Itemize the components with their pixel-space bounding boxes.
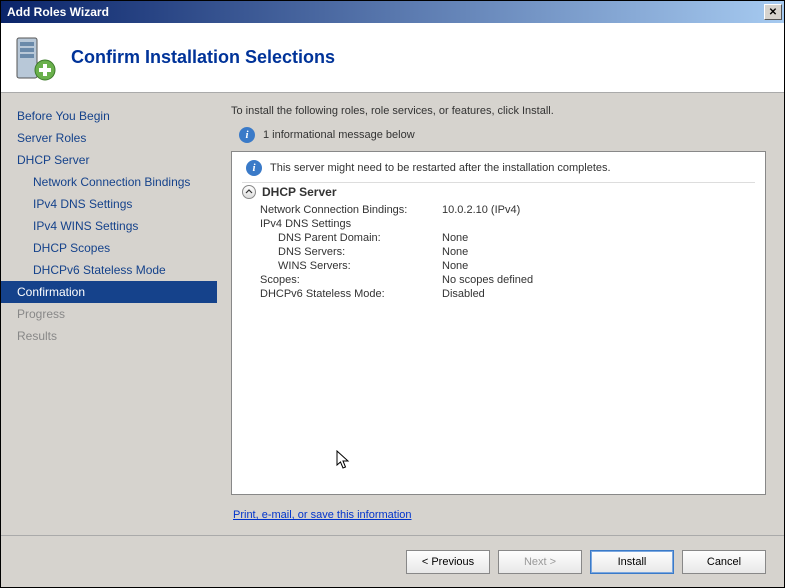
server-wizard-icon: [11, 34, 59, 82]
sidebar-item-ipv4-wins-settings[interactable]: IPv4 WINS Settings: [1, 215, 217, 237]
settings-key: Network Connection Bindings:: [242, 204, 442, 216]
wizard-window: Add Roles Wizard ✕ Confirm Installation …: [0, 0, 785, 588]
intro-text: To install the following roles, role ser…: [231, 105, 766, 117]
sidebar-item-confirmation[interactable]: Confirmation: [1, 281, 217, 303]
sidebar-nav: Before You BeginServer RolesDHCP ServerN…: [1, 93, 217, 535]
section-header-dhcp: DHCP Server: [242, 182, 755, 203]
settings-row: DNS Parent Domain:None: [242, 231, 755, 245]
print-save-link[interactable]: Print, e-mail, or save this information: [233, 509, 412, 521]
settings-key: Scopes:: [242, 274, 442, 286]
titlebar: Add Roles Wizard ✕: [1, 1, 784, 23]
settings-value: 10.0.2.10 (IPv4): [442, 204, 520, 216]
settings-row: WINS Servers:None: [242, 259, 755, 273]
settings-value: Disabled: [442, 288, 485, 300]
sidebar-item-progress: Progress: [1, 303, 217, 325]
restart-warning: i This server might need to be restarted…: [242, 158, 755, 180]
settings-key: DNS Servers:: [242, 246, 442, 258]
settings-value: No scopes defined: [442, 274, 533, 286]
settings-grid: Network Connection Bindings:10.0.2.10 (I…: [242, 203, 755, 301]
sidebar-item-network-connection-bindings[interactable]: Network Connection Bindings: [1, 171, 217, 193]
settings-row: DNS Servers:None: [242, 245, 755, 259]
settings-key: WINS Servers:: [242, 260, 442, 272]
collapse-toggle-icon[interactable]: [242, 185, 256, 199]
confirmation-details-box: i This server might need to be restarted…: [231, 151, 766, 495]
next-button[interactable]: Next >: [498, 550, 582, 574]
info-icon: i: [239, 127, 255, 143]
settings-row: Scopes:No scopes defined: [242, 273, 755, 287]
sidebar-item-server-roles[interactable]: Server Roles: [1, 127, 217, 149]
settings-key: DHCPv6 Stateless Mode:: [242, 288, 442, 300]
info-message-summary: i 1 informational message below: [239, 127, 766, 143]
header: Confirm Installation Selections: [1, 23, 784, 93]
sidebar-item-dhcpv6-stateless-mode[interactable]: DHCPv6 Stateless Mode: [1, 259, 217, 281]
install-button[interactable]: Install: [590, 550, 674, 574]
cancel-button[interactable]: Cancel: [682, 550, 766, 574]
section-title: DHCP Server: [262, 185, 336, 199]
close-button[interactable]: ✕: [764, 4, 782, 20]
window-title: Add Roles Wizard: [7, 5, 109, 19]
settings-value: None: [442, 260, 468, 272]
settings-row: Network Connection Bindings:10.0.2.10 (I…: [242, 203, 755, 217]
previous-button[interactable]: < Previous: [406, 550, 490, 574]
link-row: Print, e-mail, or save this information: [231, 495, 766, 529]
sidebar-item-results: Results: [1, 325, 217, 347]
settings-value: None: [442, 232, 468, 244]
sidebar-item-ipv4-dns-settings[interactable]: IPv4 DNS Settings: [1, 193, 217, 215]
settings-key: DNS Parent Domain:: [242, 232, 442, 244]
restart-warning-text: This server might need to be restarted a…: [270, 162, 611, 174]
main-panel: To install the following roles, role ser…: [217, 93, 784, 535]
info-count-text: 1 informational message below: [263, 129, 415, 141]
page-title: Confirm Installation Selections: [71, 47, 335, 68]
settings-subheading: IPv4 DNS Settings: [242, 217, 755, 231]
sidebar-item-dhcp-scopes[interactable]: DHCP Scopes: [1, 237, 217, 259]
settings-row: DHCPv6 Stateless Mode:Disabled: [242, 287, 755, 301]
footer-buttons: < Previous Next > Install Cancel: [1, 535, 784, 587]
content-area: Before You BeginServer RolesDHCP ServerN…: [1, 93, 784, 535]
settings-value: None: [442, 246, 468, 258]
info-icon: i: [246, 160, 262, 176]
sidebar-item-before-you-begin[interactable]: Before You Begin: [1, 105, 217, 127]
sidebar-item-dhcp-server[interactable]: DHCP Server: [1, 149, 217, 171]
